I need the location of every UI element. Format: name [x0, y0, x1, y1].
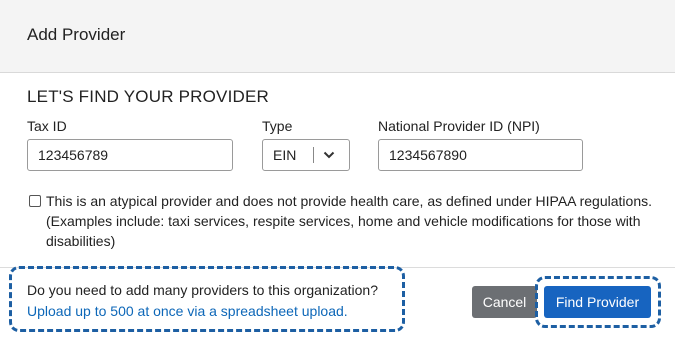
cancel-button[interactable]: Cancel	[472, 286, 537, 318]
chevron-down-icon	[314, 151, 344, 159]
bulk-upload-question: Do you need to add many providers to thi…	[27, 282, 378, 298]
tax-id-input[interactable]: 123456789	[27, 139, 233, 171]
npi-value: 1234567890	[389, 147, 467, 163]
type-select[interactable]: EIN	[262, 139, 350, 171]
npi-input[interactable]: 1234567890	[378, 139, 583, 171]
bulk-upload-highlight	[9, 266, 405, 332]
modal-title: Add Provider	[27, 25, 126, 44]
type-label: Type	[262, 118, 293, 134]
section-title: LET'S FIND YOUR PROVIDER	[27, 87, 269, 106]
type-select-value: EIN	[273, 147, 297, 163]
tax-id-value: 123456789	[38, 147, 109, 163]
atypical-provider-checkbox[interactable]	[29, 195, 41, 207]
modal-header: Add Provider	[0, 0, 675, 73]
tax-id-label: Tax ID	[27, 118, 67, 134]
add-provider-modal: Add Provider LET'S FIND YOUR PROVIDER Ta…	[0, 0, 675, 344]
atypical-provider-label: This is an atypical provider and does no…	[46, 193, 652, 249]
npi-label: National Provider ID (NPI)	[378, 118, 540, 134]
find-provider-button[interactable]: Find Provider	[544, 286, 651, 318]
spreadsheet-upload-link[interactable]: Upload up to 500 at once via a spreadshe…	[27, 303, 348, 319]
